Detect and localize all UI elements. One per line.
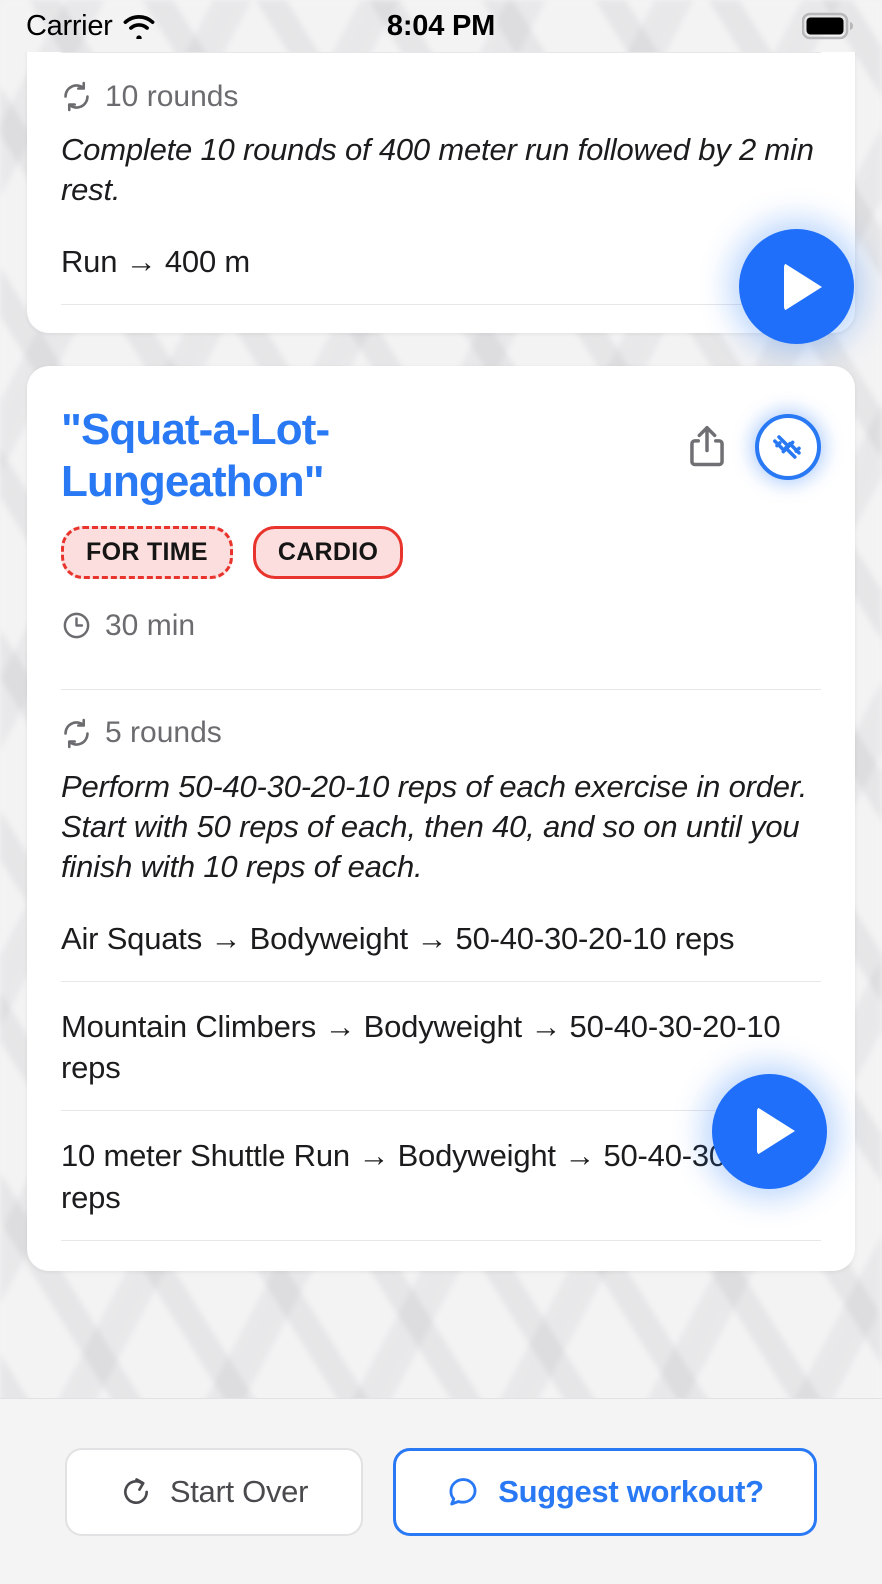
app-screen: Carrier 8:04 PM 10 rounds Complete 10 ro… — [0, 0, 882, 1584]
rounds-label: 10 rounds — [105, 79, 239, 113]
workout-list-scroll[interactable]: 10 rounds Complete 10 rounds of 400 mete… — [0, 52, 882, 1398]
repeat-icon — [61, 718, 92, 749]
start-over-button[interactable]: Start Over — [65, 1447, 363, 1536]
card-header-actions — [685, 404, 821, 480]
exercise-line: Mountain Climbers → Bodyweight → 50-40-3… — [61, 1008, 781, 1086]
play-button[interactable] — [739, 229, 854, 344]
clock-icon — [61, 610, 92, 641]
workout-card[interactable]: "Squat-a-Lot-Lungeathon" FOR TIME CARDIO… — [27, 366, 855, 1271]
play-button[interactable] — [712, 1073, 827, 1189]
play-icon — [783, 262, 822, 311]
bottom-action-bar: Start Over Suggest workout? — [0, 1398, 882, 1584]
workout-card-partial[interactable]: 10 rounds Complete 10 rounds of 400 mete… — [27, 52, 855, 333]
duration-row: 30 min — [61, 579, 821, 689]
share-icon[interactable] — [685, 422, 729, 472]
exercise-line: 10 meter Shuttle Run → Bodyweight → 50-4… — [61, 1138, 815, 1215]
battery-full-icon — [802, 12, 856, 40]
workout-title: "Squat-a-Lot-Lungeathon" — [61, 405, 330, 506]
repeat-icon — [61, 81, 92, 112]
exercise-line: Run → 400 m — [61, 243, 251, 279]
duration-label: 30 min — [105, 608, 196, 642]
rounds-row: 5 rounds — [61, 690, 821, 753]
start-over-label: Start Over — [169, 1473, 309, 1509]
status-bar-right — [802, 12, 856, 40]
rounds-label: 5 rounds — [105, 716, 222, 750]
suggest-workout-button[interactable]: Suggest workout? — [393, 1447, 817, 1536]
status-bar: Carrier 8:04 PM — [0, 0, 882, 52]
status-badge-cardio: CARDIO — [252, 525, 404, 579]
rounds-row: 10 rounds — [61, 53, 821, 116]
suggest-workout-label: Suggest workout? — [498, 1473, 764, 1509]
carrier-label: Carrier — [26, 9, 113, 42]
badge-row: FOR TIME CARDIO — [61, 508, 821, 579]
dumbbell-icon — [768, 427, 808, 467]
workout-description: Complete 10 rounds of 400 meter run foll… — [61, 132, 814, 208]
card-header: "Squat-a-Lot-Lungeathon" — [61, 366, 821, 508]
card-divider — [61, 303, 821, 305]
rotate-ccw-icon — [120, 1476, 152, 1508]
status-bar-left: Carrier — [26, 10, 156, 43]
dumbbell-icon-button[interactable] — [755, 414, 821, 480]
wifi-icon — [122, 13, 156, 39]
workout-description: Perform 50-40-30-20-10 reps of each exer… — [61, 768, 808, 885]
status-badge-for-time: FOR TIME — [61, 525, 233, 579]
exercise-line: Air Squats → Bodyweight → 50-40-30-20-10… — [61, 920, 735, 956]
play-icon — [756, 1107, 795, 1156]
message-circle-icon — [446, 1475, 480, 1509]
